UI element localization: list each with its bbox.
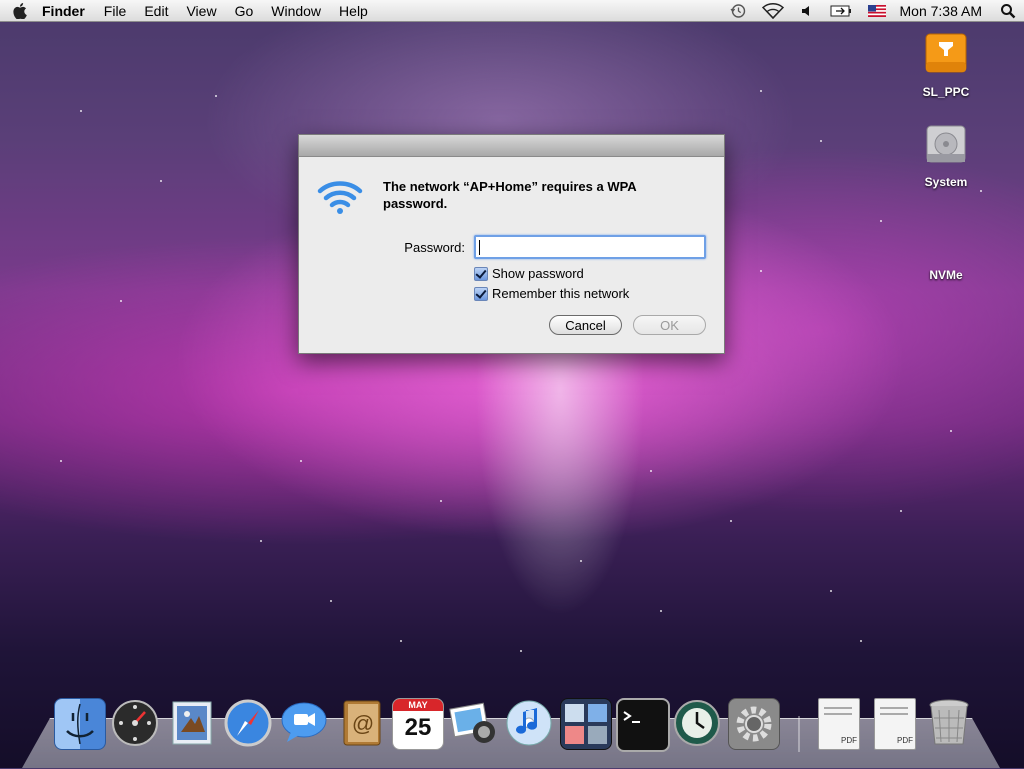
- time-machine-icon[interactable]: [722, 3, 754, 19]
- desktop-icon-nvme[interactable]: NVMe: [906, 268, 986, 282]
- desktop-icon-system[interactable]: System: [906, 124, 986, 189]
- desktop-icon-label: SL_PPC: [922, 85, 970, 99]
- mail-icon[interactable]: [167, 698, 217, 748]
- ichat-icon[interactable]: [279, 698, 329, 748]
- dashboard-icon[interactable]: [110, 698, 160, 748]
- battery-icon[interactable]: [822, 5, 860, 17]
- checkbox-checked-icon[interactable]: [474, 286, 488, 301]
- password-label: Password:: [404, 240, 465, 255]
- address-book-icon[interactable]: @: [336, 698, 386, 748]
- menu-file[interactable]: File: [95, 0, 136, 22]
- calendar-day: 25: [404, 714, 432, 741]
- menu-window[interactable]: Window: [262, 0, 330, 22]
- apple-menu-icon[interactable]: [0, 2, 40, 19]
- ical-icon[interactable]: MAY 25: [392, 698, 444, 750]
- volume-icon[interactable]: [792, 4, 822, 18]
- password-input[interactable]: [474, 235, 706, 259]
- safari-icon[interactable]: [223, 698, 273, 748]
- show-password-label: Show password: [492, 266, 584, 281]
- spotlight-icon[interactable]: [992, 3, 1024, 19]
- dialog-titlebar[interactable]: [299, 135, 724, 157]
- hard-drive-icon: [906, 124, 986, 169]
- dock: @ MAY 25 PDF PDF: [54, 698, 984, 752]
- wifi-icon: [317, 179, 363, 220]
- menubar-clock[interactable]: Mon 7:38 AM: [894, 3, 993, 19]
- remember-network-checkbox[interactable]: Remember this network: [474, 286, 629, 301]
- spaces-icon[interactable]: [560, 698, 612, 750]
- menu-go[interactable]: Go: [226, 0, 263, 22]
- pdf-label: PDF: [841, 736, 857, 745]
- menu-help[interactable]: Help: [330, 0, 377, 22]
- finder-icon[interactable]: [54, 698, 106, 750]
- text-caret: [479, 240, 480, 255]
- checkbox-checked-icon[interactable]: [474, 266, 488, 281]
- flag-us-icon[interactable]: [860, 4, 894, 17]
- iphoto-icon[interactable]: [448, 698, 498, 748]
- cancel-button[interactable]: Cancel: [549, 315, 622, 335]
- firewire-drive-icon: [906, 30, 986, 79]
- desktop-icon-label: NVMe: [929, 268, 963, 282]
- dock-separator: [798, 716, 800, 752]
- pdf-document-icon[interactable]: PDF: [874, 698, 916, 750]
- wifi-password-dialog: The network “AP+Home” requires a WPA pas…: [298, 134, 725, 354]
- calendar-month: MAY: [393, 699, 443, 711]
- remember-network-label: Remember this network: [492, 286, 630, 301]
- itunes-icon[interactable]: [504, 698, 554, 748]
- menubar: Finder File Edit View Go Window Help Mon…: [0, 0, 1024, 22]
- pdf-document-icon[interactable]: PDF: [818, 698, 860, 750]
- pdf-label: PDF: [897, 736, 913, 745]
- menu-view[interactable]: View: [177, 0, 225, 22]
- show-password-checkbox[interactable]: Show password: [474, 266, 584, 281]
- menu-edit[interactable]: Edit: [135, 0, 177, 22]
- desktop-icon-label: System: [924, 175, 968, 189]
- svg-text:@: @: [352, 711, 374, 736]
- app-menu-finder[interactable]: Finder: [40, 3, 95, 19]
- dialog-message: The network “AP+Home” requires a WPA pas…: [383, 179, 637, 211]
- trash-icon[interactable]: [926, 698, 976, 748]
- ok-button[interactable]: OK: [633, 315, 706, 335]
- system-preferences-icon[interactable]: [728, 698, 780, 750]
- desktop-icon-sl-ppc[interactable]: SL_PPC: [906, 30, 986, 99]
- terminal-icon[interactable]: [616, 698, 670, 752]
- time-machine-icon[interactable]: [672, 698, 722, 748]
- wifi-icon[interactable]: [754, 2, 792, 19]
